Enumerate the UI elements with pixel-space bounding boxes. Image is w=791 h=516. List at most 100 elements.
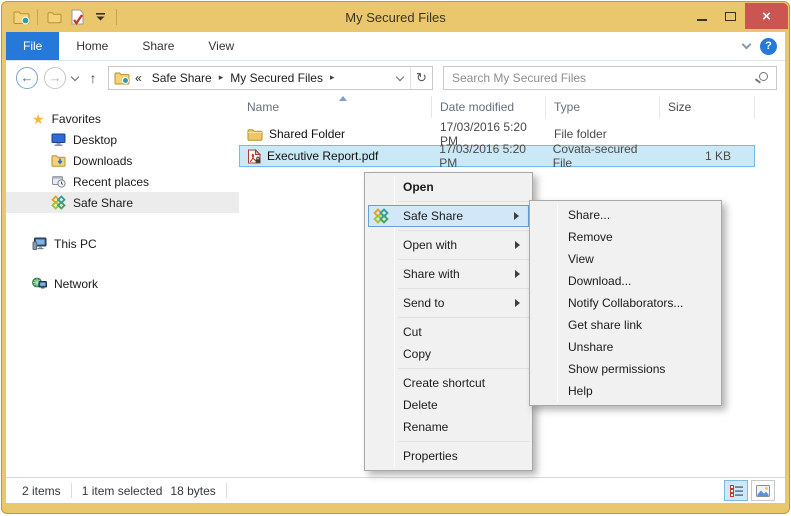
sidebar-item-this-pc[interactable]: This PC <box>6 233 239 254</box>
search-input[interactable] <box>444 67 776 89</box>
details-view-button[interactable] <box>724 480 748 501</box>
column-header-name[interactable]: Name <box>239 96 432 118</box>
menu-separator <box>398 201 529 202</box>
address-bar[interactable]: « Safe Share ▸ My Secured Files ▸ ↻ <box>108 66 433 90</box>
sidebar-item-desktop[interactable]: Desktop <box>6 129 239 150</box>
file-size: 1 KB <box>659 146 754 166</box>
titlebar: My Secured Files × <box>2 2 789 32</box>
submenu-item-download[interactable]: Download... <box>533 270 718 292</box>
tab-view[interactable]: View <box>191 32 251 60</box>
submenu-arrow-icon <box>515 270 520 278</box>
qat-customize-chevron-icon[interactable] <box>91 8 109 26</box>
recent-places-icon <box>51 175 66 188</box>
menu-item-open-with[interactable]: Open with <box>368 234 529 256</box>
sidebar-item-downloads[interactable]: Downloads <box>6 150 239 171</box>
close-icon: × <box>762 8 771 25</box>
menu-separator <box>398 317 529 318</box>
menu-item-send-to[interactable]: Send to <box>368 292 529 314</box>
menu-item-copy[interactable]: Copy <box>368 343 529 365</box>
menu-item-open[interactable]: Open <box>368 176 529 198</box>
file-name: Executive Report.pdf <box>267 149 378 163</box>
up-arrow-icon: ↑ <box>90 70 97 86</box>
sidebar-item-label: Network <box>54 277 98 291</box>
computer-icon <box>32 237 47 250</box>
status-bar: 2 items 1 item selected 18 bytes <box>6 477 785 503</box>
menu-separator <box>398 441 529 442</box>
close-button[interactable]: × <box>745 3 788 29</box>
submenu-item-share[interactable]: Share... <box>533 204 718 226</box>
breadcrumb-current[interactable]: My Secured Files <box>230 71 323 85</box>
safe-share-logo-icon <box>373 208 389 224</box>
refresh-button[interactable]: ↻ <box>410 67 432 89</box>
safe-share-logo-icon <box>51 195 66 210</box>
help-icon[interactable]: ? <box>760 38 777 55</box>
address-dropdown-button[interactable] <box>390 67 410 89</box>
desktop-icon <box>51 133 66 146</box>
sidebar-item-label: Favorites <box>52 112 101 126</box>
submenu-arrow-icon <box>514 212 519 220</box>
forward-button[interactable]: → <box>44 67 66 89</box>
breadcrumb-root[interactable]: Safe Share <box>152 71 212 85</box>
submenu-item-notify-collaborators[interactable]: Notify Collaborators... <box>533 292 718 314</box>
menu-item-safe-share[interactable]: Safe Share <box>368 205 529 227</box>
ribbon-expand-chevron-icon[interactable] <box>742 40 752 50</box>
menu-item-create-shortcut[interactable]: Create shortcut <box>368 372 529 394</box>
sidebar-item-recent-places[interactable]: Recent places <box>6 171 239 192</box>
menu-item-properties[interactable]: Properties <box>368 445 529 467</box>
menu-item-share-with[interactable]: Share with <box>368 263 529 285</box>
properties-doc-icon[interactable] <box>68 8 86 26</box>
back-button[interactable]: ← <box>16 67 38 89</box>
menu-item-cut[interactable]: Cut <box>368 321 529 343</box>
refresh-icon: ↻ <box>416 70 427 86</box>
minimize-button[interactable] <box>687 3 716 29</box>
maximize-button[interactable] <box>716 3 745 29</box>
new-folder-icon[interactable] <box>45 8 63 26</box>
window-title: My Secured Files <box>2 10 789 25</box>
column-header-size[interactable]: Size <box>660 96 755 118</box>
sidebar-item-network[interactable]: Network <box>6 273 239 294</box>
breadcrumb-separator-icon[interactable]: ▸ <box>330 72 335 83</box>
thumbnail-view-button[interactable] <box>751 480 775 501</box>
thumbnail-view-icon <box>756 485 770 497</box>
star-icon: ★ <box>32 112 45 126</box>
status-selection: 1 item selected <box>82 484 163 498</box>
menu-separator <box>398 230 529 231</box>
navigation-pane: ★ Favorites Desktop Downloads Recent pla… <box>6 94 239 477</box>
sidebar-item-safe-share[interactable]: Safe Share <box>6 192 239 213</box>
recent-locations-dropdown[interactable] <box>72 76 78 80</box>
column-header-type[interactable]: Type <box>546 96 660 118</box>
sidebar-item-label: Recent places <box>73 175 149 189</box>
submenu-arrow-icon <box>515 241 520 249</box>
tab-file[interactable]: File <box>6 32 59 60</box>
column-header-date-modified[interactable]: Date modified <box>432 96 546 118</box>
sort-ascending-icon <box>339 96 347 101</box>
menu-separator <box>398 288 529 289</box>
network-icon <box>32 277 47 290</box>
sidebar-item-label: This PC <box>54 237 97 251</box>
sidebar-item-favorites[interactable]: ★ Favorites <box>6 108 239 129</box>
breadcrumb-folder-icon <box>114 71 130 85</box>
tab-home[interactable]: Home <box>59 32 125 60</box>
ribbon-tab-row: File Home Share View ? <box>6 32 785 61</box>
submenu-item-show-permissions[interactable]: Show permissions <box>533 358 718 380</box>
status-divider <box>71 483 72 498</box>
status-item-count: 2 items <box>22 484 61 498</box>
tab-share[interactable]: Share <box>125 32 191 60</box>
status-selection-size: 18 bytes <box>170 484 215 498</box>
submenu-item-get-share-link[interactable]: Get share link <box>533 314 718 336</box>
submenu-item-help[interactable]: Help <box>533 380 718 402</box>
safe-share-folder-icon[interactable] <box>12 8 30 26</box>
submenu-item-unshare[interactable]: Unshare <box>533 336 718 358</box>
back-arrow-icon: ← <box>21 70 34 85</box>
chevron-down-icon <box>396 72 404 80</box>
maximize-icon <box>725 12 736 21</box>
menu-item-delete[interactable]: Delete <box>368 394 529 416</box>
search-icon[interactable] <box>759 72 768 81</box>
breadcrumb-collapse[interactable]: « <box>135 71 142 85</box>
submenu-item-view[interactable]: View <box>533 248 718 270</box>
menu-item-rename[interactable]: Rename <box>368 416 529 438</box>
up-button[interactable]: ↑ <box>84 70 102 86</box>
submenu-item-remove[interactable]: Remove <box>533 226 718 248</box>
file-row-executive-report[interactable]: Executive Report.pdf 17/03/2016 5:20 PM … <box>239 145 755 167</box>
breadcrumb-separator-icon[interactable]: ▸ <box>219 72 224 83</box>
